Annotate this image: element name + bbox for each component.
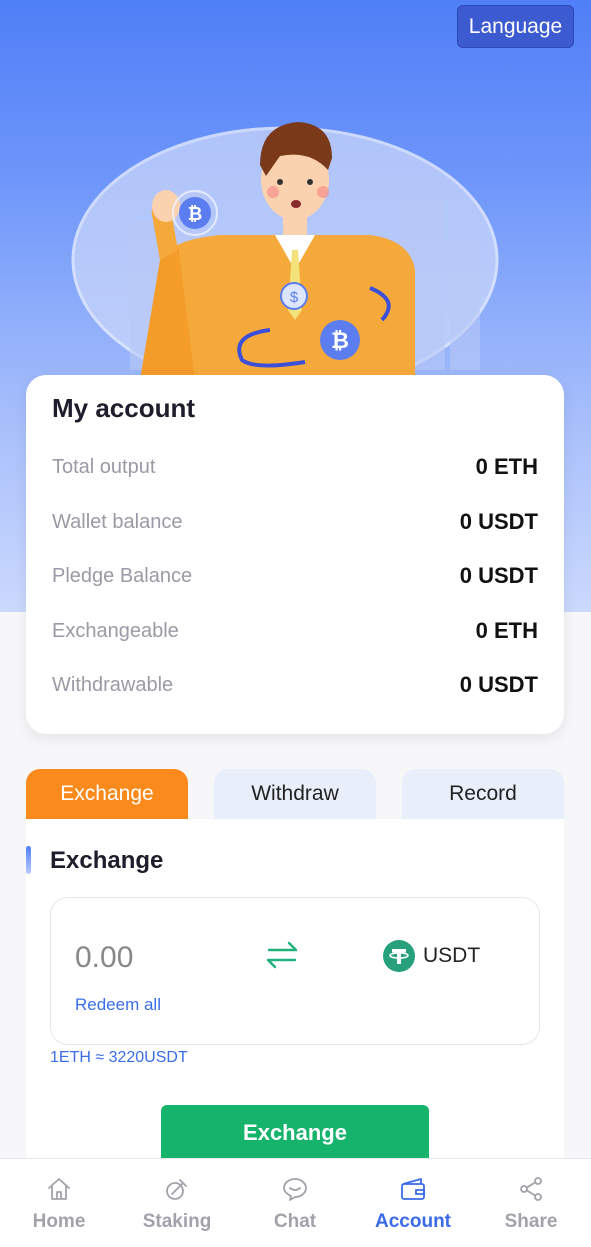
account-card: My account Total output 0 ETH Wallet bal… (26, 375, 564, 734)
row-value: 0 USDT (459, 672, 538, 697)
to-currency-label: USDT (423, 944, 481, 967)
account-row-wallet-balance: Wallet balance 0 USDT (52, 507, 538, 537)
home-icon (48, 1178, 70, 1200)
row-label: Withdrawable (52, 673, 174, 696)
nav-item-staking[interactable]: Staking (118, 1159, 236, 1247)
exchange-rate: 1ETH ≈ 3220USDT (50, 1049, 188, 1066)
exchange-button[interactable]: Exchange (161, 1105, 429, 1161)
bottom-nav: Home Staking Chat Account Share (0, 1158, 591, 1247)
crypto-exchange-illustration: ₿ $ ₿ (71, 122, 499, 380)
nav-item-share[interactable]: Share (472, 1159, 590, 1247)
svg-text:₿: ₿ (188, 204, 203, 224)
row-value: 0 USDT (459, 509, 538, 534)
row-value: 0 ETH (475, 454, 538, 479)
svg-text:$: $ (290, 289, 299, 306)
wallet-icon (401, 1178, 425, 1200)
exchange-section-title: Exchange (50, 847, 164, 874)
account-title: My account (52, 393, 196, 423)
share-icon (520, 1177, 542, 1201)
row-value: 0 USDT (459, 563, 538, 588)
nav-label: Staking (142, 1211, 212, 1232)
redeem-all-link[interactable]: Redeem all (75, 995, 161, 1015)
row-label: Exchangeable (52, 619, 179, 642)
row-label: Total output (52, 455, 156, 478)
svg-text:₿: ₿ (331, 328, 349, 353)
row-value: 0 ETH (475, 618, 538, 643)
tab-withdraw[interactable]: Withdraw (214, 769, 376, 819)
exchange-panel: Exchange Redeem all USDT 1ETH ≈ 3220USDT… (26, 819, 564, 1161)
nav-label: Account (375, 1211, 451, 1232)
nav-item-chat[interactable]: Chat (236, 1159, 354, 1247)
staking-icon (166, 1179, 187, 1200)
account-row-exchangeable: Exchangeable 0 ETH (52, 616, 538, 646)
nav-item-home[interactable]: Home (0, 1159, 118, 1247)
swap-arrows-icon[interactable] (263, 938, 301, 972)
section-accent-bar (26, 846, 31, 874)
amount-input[interactable] (75, 938, 215, 978)
account-row-pledge-balance: Pledge Balance 0 USDT (52, 561, 538, 591)
account-row-withdrawable: Withdrawable 0 USDT (52, 670, 538, 700)
row-label: Wallet balance (52, 510, 183, 533)
nav-label: Share (504, 1211, 558, 1232)
nav-label: Chat (273, 1211, 317, 1232)
account-row-total-output: Total output 0 ETH (52, 452, 538, 482)
chat-icon (283, 1178, 307, 1201)
usdt-logo-icon (383, 940, 415, 972)
exchange-box: Redeem all USDT (50, 897, 540, 1045)
language-button[interactable]: Language (457, 5, 574, 48)
nav-label: Home (32, 1211, 86, 1232)
row-label: Pledge Balance (52, 564, 193, 587)
tab-exchange[interactable]: Exchange (26, 769, 188, 819)
nav-item-account[interactable]: Account (354, 1159, 472, 1247)
tab-record[interactable]: Record (402, 769, 564, 819)
